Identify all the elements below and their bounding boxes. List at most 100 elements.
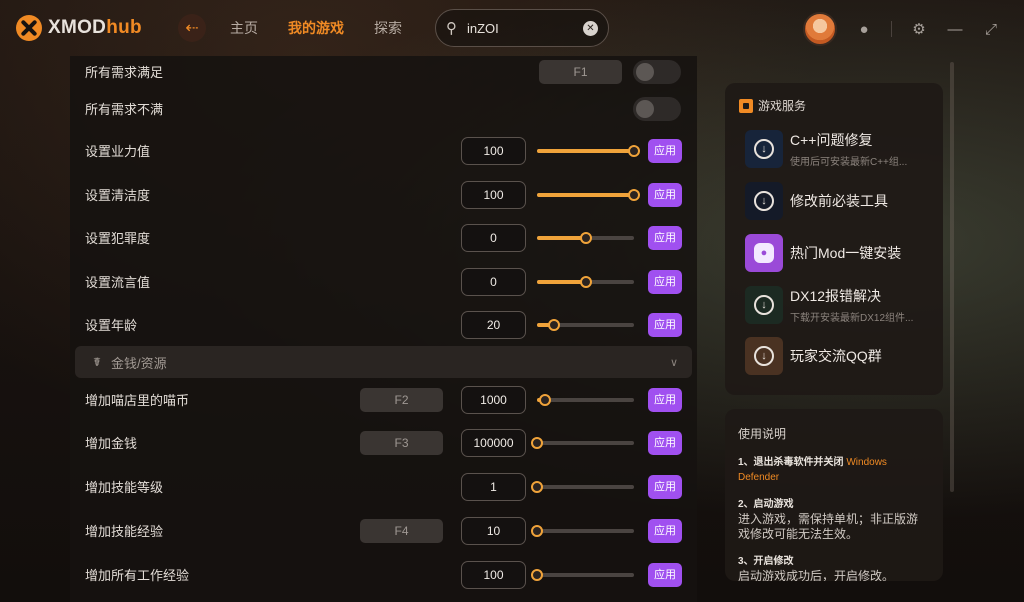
value-slider[interactable] — [537, 318, 634, 331]
service-text: DX12报错解决下载开安装最新DX12组件... — [790, 286, 913, 324]
download-icon: ↓ — [754, 191, 774, 211]
cheat-row: 设置清洁度 100 应用 — [70, 173, 697, 216]
service-item[interactable]: ↓ 玩家交流QQ群 — [745, 336, 935, 376]
slider-fill — [537, 235, 586, 240]
mod-icon: ● — [754, 243, 774, 263]
section-money-header[interactable]: ☤ 金钱/资源 ∨ — [75, 346, 692, 378]
service-item[interactable]: ↓ 修改前必装工具 — [745, 181, 935, 221]
value-slider[interactable] — [537, 393, 634, 406]
row-label: 设置犯罪度 — [85, 231, 151, 246]
nav-my-games[interactable]: 我的游戏 — [288, 18, 344, 38]
slider-thumb[interactable] — [579, 231, 592, 244]
cheat-row: 增加所有工作经验 100 应用 — [70, 553, 697, 596]
value-input[interactable]: 20 — [461, 310, 526, 339]
value-input[interactable]: 100000 — [461, 428, 526, 457]
slider-thumb[interactable] — [548, 318, 561, 331]
value-input[interactable]: 0 — [461, 223, 526, 252]
value-input[interactable]: 1000 — [461, 385, 526, 414]
instructions-title: 使用说明 — [738, 427, 787, 441]
back-icon[interactable]: ⇠ — [178, 14, 206, 42]
nav-home[interactable]: 主页 — [230, 18, 258, 38]
service-item[interactable]: ↓ DX12报错解决 下载开安装最新DX12组件... — [745, 285, 935, 325]
row-label: 增加所有工作经验 — [85, 568, 190, 583]
settings-icon[interactable]: ⚙ — [910, 20, 928, 38]
app-logo[interactable]: XMODhub — [16, 15, 176, 41]
apply-button[interactable]: 应用 — [648, 182, 682, 207]
value-input[interactable]: 1 — [461, 472, 526, 501]
value-slider[interactable] — [531, 568, 634, 581]
value-input[interactable]: 0 — [461, 267, 526, 296]
divider — [891, 21, 892, 37]
value-input[interactable]: 10 — [461, 516, 526, 545]
notification-icon[interactable]: ● — [855, 21, 873, 38]
download-icon: ↓ — [754, 139, 774, 159]
service-name: 玩家交流QQ群 — [790, 348, 882, 364]
row-label: 设置清洁度 — [85, 188, 151, 203]
search-input[interactable] — [467, 20, 572, 36]
apply-button[interactable]: 应用 — [648, 269, 682, 294]
user-avatar[interactable] — [803, 12, 837, 46]
main-nav: 主页 我的游戏 探索 — [230, 18, 402, 38]
slider-thumb[interactable] — [531, 568, 543, 581]
step-3: 3、开启修改 启动游戏成功后，开启修改。 — [738, 556, 895, 581]
hotkey-button[interactable]: F4 — [360, 518, 443, 543]
slider-fill — [537, 192, 634, 197]
toggle-switch[interactable] — [633, 59, 681, 84]
hotkey-button[interactable]: F2 — [360, 387, 443, 412]
toggle-switch[interactable] — [633, 96, 681, 121]
service-subtitle: 下载开安装最新DX12组件... — [790, 313, 914, 324]
window-controls: ● ⚙ — ⤢ — [803, 12, 1000, 46]
apply-button[interactable]: 应用 — [648, 225, 682, 250]
maximize-icon[interactable]: ⤢ — [982, 21, 1000, 38]
cheat-row: 增加喵店里的喵币 F2 1000 应用 — [70, 378, 697, 421]
instructions-card: 使用说明 1、退出杀毒软件并关闭 Windows Defender 2、启动游戏… — [725, 409, 943, 581]
slider-thumb[interactable] — [531, 524, 543, 537]
scrollbar[interactable] — [950, 62, 954, 492]
value-input[interactable]: 100 — [461, 560, 526, 589]
value-input[interactable]: 100 — [461, 180, 526, 209]
service-item[interactable]: ● 热门Mod一键安装 — [745, 233, 935, 273]
apply-button[interactable]: 应用 — [648, 430, 682, 455]
slider-thumb[interactable] — [628, 188, 640, 201]
cheat-panel: 所有需求满足 F1 所有需求不满 设置业力值 100 应用 设置清洁度 100 应用 设置犯罪度 0… — [70, 56, 697, 602]
value-slider[interactable] — [531, 436, 634, 449]
nav-explore[interactable]: 探索 — [374, 18, 402, 38]
value-slider[interactable] — [531, 480, 634, 493]
chevron-down-icon: ∨ — [669, 356, 678, 369]
step-1: 1、退出杀毒软件并关闭 Windows Defender — [738, 457, 887, 483]
slider-thumb[interactable] — [531, 436, 543, 449]
hotkey-button[interactable]: F3 — [360, 430, 443, 455]
slider-thumb[interactable] — [628, 144, 640, 157]
value-slider[interactable] — [531, 524, 634, 537]
service-item[interactable]: ↓ C++问题修复 使用后可安装最新C++组... — [745, 129, 935, 169]
service-icon-tile: ● — [745, 234, 783, 272]
hotkey-button[interactable]: F1 — [539, 59, 622, 84]
apply-button[interactable]: 应用 — [648, 474, 682, 499]
cheat-row: 增加技能等级 1 应用 — [70, 465, 697, 508]
value-slider[interactable] — [537, 231, 634, 244]
slider-thumb[interactable] — [531, 480, 543, 493]
apply-button[interactable]: 应用 — [648, 387, 682, 412]
value-input[interactable]: 100 — [461, 136, 526, 165]
row-label: 所有需求满足 — [85, 65, 164, 80]
slider-thumb[interactable] — [538, 393, 551, 406]
service-text: 玩家交流QQ群 — [790, 346, 882, 366]
section-label: 金钱/资源 — [111, 355, 167, 371]
money-bag-icon: ☤ — [93, 355, 102, 369]
apply-button[interactable]: 应用 — [648, 562, 682, 587]
apply-button[interactable]: 应用 — [648, 518, 682, 543]
apply-button[interactable]: 应用 — [648, 138, 682, 163]
box-icon — [739, 98, 753, 113]
apply-button[interactable]: 应用 — [648, 312, 682, 337]
cheat-row: 增加技能经验 F4 10 应用 — [70, 509, 697, 552]
clear-search-icon[interactable]: ✕ — [583, 20, 598, 36]
row-label: 增加喵店里的喵币 — [85, 393, 190, 408]
cheat-row: 设置流言值 0 应用 — [70, 260, 697, 303]
cheat-row: 设置业力值 100 应用 — [70, 129, 697, 172]
value-slider[interactable] — [537, 275, 634, 288]
minimize-icon[interactable]: — — [946, 21, 964, 38]
service-name: DX12报错解决 — [790, 288, 882, 304]
slider-thumb[interactable] — [579, 275, 592, 288]
value-slider[interactable] — [537, 188, 640, 201]
value-slider[interactable] — [537, 144, 640, 157]
